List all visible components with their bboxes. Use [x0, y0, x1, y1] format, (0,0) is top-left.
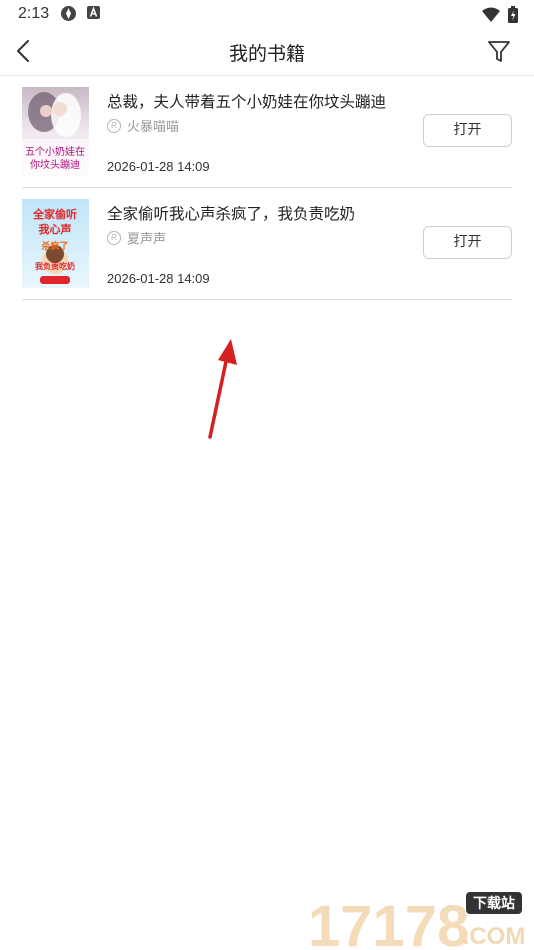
author-icon: R — [107, 118, 121, 133]
book-item[interactable]: 全家偷听 我心声 杀疯了 我负责吃奶 全家偷听我心声杀疯了，我负责吃奶 R 夏声… — [22, 188, 512, 300]
book-date: 2026-01-28 14:09 — [107, 271, 210, 286]
cover-title-line2: 你坟头蹦迪 — [30, 158, 80, 171]
title-bar: 我的书籍 — [0, 28, 534, 76]
author-name: 火暴喵喵 — [127, 120, 180, 135]
filter-icon[interactable] — [486, 38, 512, 64]
watermark-number: 17178 — [308, 894, 469, 950]
battery-icon — [508, 6, 518, 23]
status-time: 2:13 — [18, 5, 50, 22]
author-row: R 夏声声 — [107, 228, 166, 247]
author-row: R 火暴喵喵 — [107, 116, 179, 135]
watermark-logo: 17178 下载站 .COM — [308, 892, 526, 950]
cover-title-line1: 全家偷听 — [32, 207, 77, 221]
book-title: 全家偷听我心声杀疯了，我负责吃奶 — [107, 205, 356, 223]
watermark-domain: .COM — [463, 923, 526, 950]
book-title: 总裁，夫人带着五个小奶娃在你坟头蹦迪 — [107, 93, 387, 111]
cover-title-line4: 我负责吃奶 — [35, 261, 75, 271]
open-button[interactable]: 打开 — [423, 226, 512, 259]
book-date: 2026-01-28 14:09 — [107, 159, 210, 174]
watermark-badge: 下载站 — [473, 895, 515, 912]
open-button[interactable]: 打开 — [423, 114, 512, 147]
app-notification-icon — [87, 6, 100, 19]
book-cover: 全家偷听 我心声 杀疯了 我负责吃奶 — [22, 199, 89, 288]
book-cover: 五个小奶娃在 你坟头蹦迪 — [22, 87, 89, 176]
book-list: 五个小奶娃在 你坟头蹦迪 总裁，夫人带着五个小奶娃在你坟头蹦迪 R 火暴喵喵 2… — [22, 76, 512, 300]
author-name: 夏声声 — [127, 232, 167, 247]
cover-title-line2: 我心声 — [39, 222, 72, 236]
cover-title-line1: 五个小奶娃在 — [25, 145, 85, 158]
cover-title-line3: 杀疯了 — [41, 240, 68, 252]
page-title: 我的书籍 — [228, 43, 305, 65]
author-icon: R — [107, 230, 121, 245]
annotation-arrow-icon — [208, 339, 237, 439]
book-item[interactable]: 五个小奶娃在 你坟头蹦迪 总裁，夫人带着五个小奶娃在你坟头蹦迪 R 火暴喵喵 2… — [22, 76, 512, 188]
status-bar: 2:13 — [0, 0, 534, 28]
sync-icon — [61, 6, 76, 21]
wifi-icon — [482, 7, 500, 22]
